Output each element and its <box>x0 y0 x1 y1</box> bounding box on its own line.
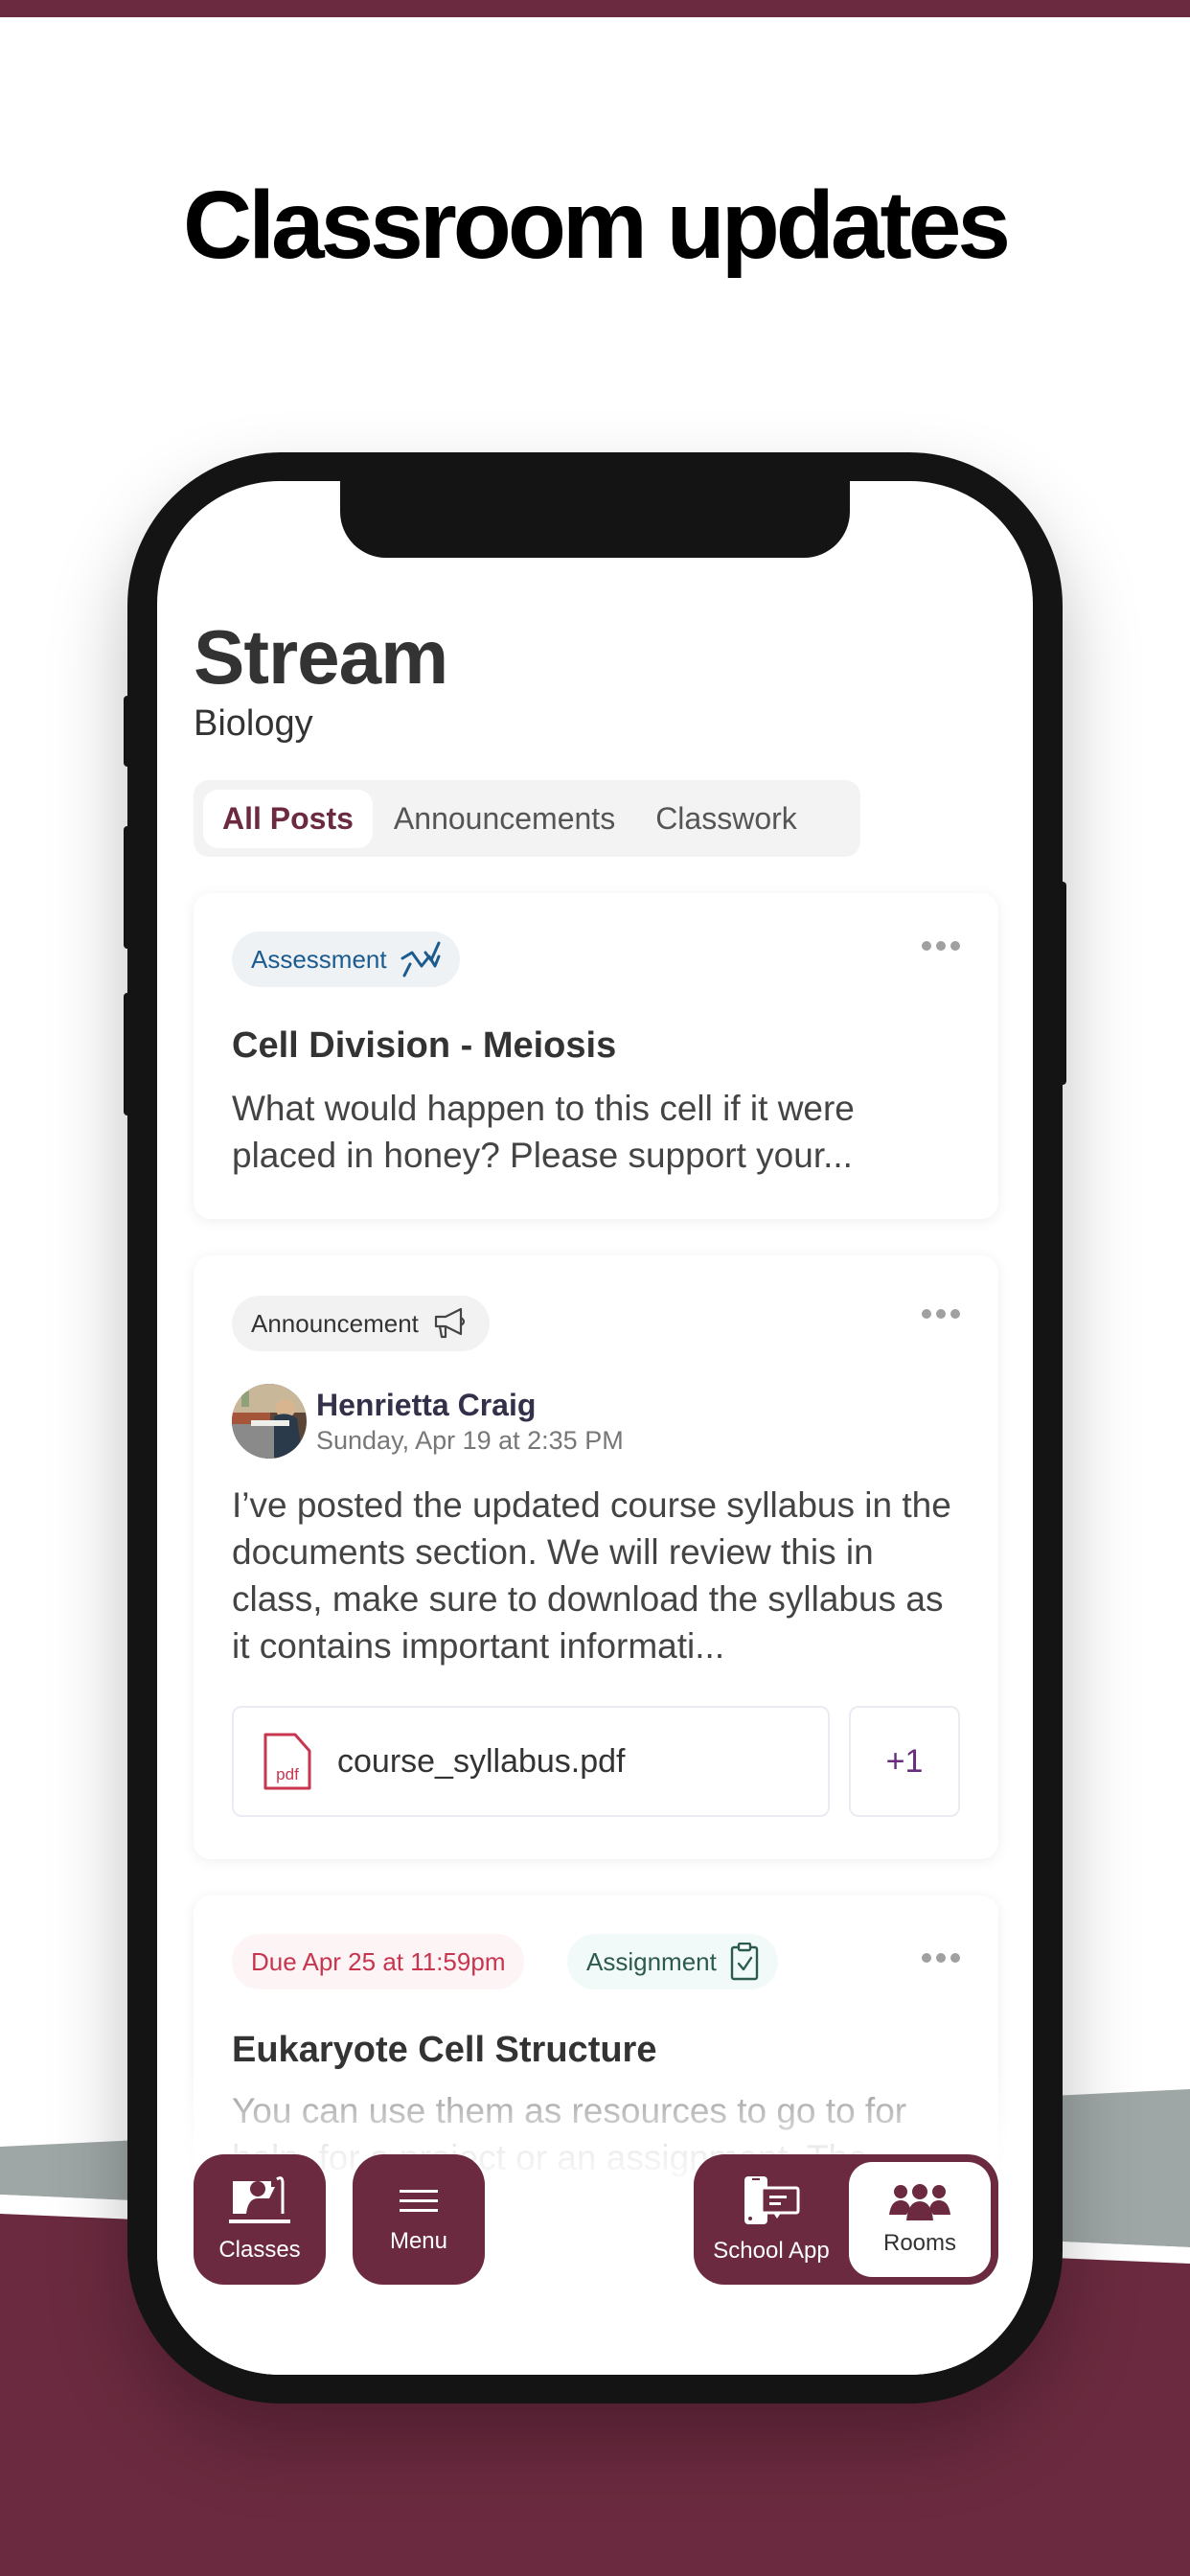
post-title: Eukaryote Cell Structure <box>232 2030 657 2070</box>
announcement-chip: Announcement <box>232 1296 490 1351</box>
post-date: Sunday, Apr 19 at 2:35 PM <box>316 1426 624 1455</box>
top-brand-bar <box>0 0 1190 17</box>
phone-power-button <box>1059 882 1066 1085</box>
marketing-headline: Classroom updates <box>182 172 1011 279</box>
due-date-label: Due Apr 25 at 11:59pm <box>251 1946 506 1976</box>
post-body: What would happen to this cell if it wer… <box>232 1089 855 1175</box>
nav-menu-button[interactable]: Menu <box>353 2154 485 2285</box>
post-options-button[interactable] <box>922 1953 960 1963</box>
hamburger-menu-icon <box>400 2190 438 2212</box>
post-options-button[interactable] <box>922 1309 960 1319</box>
post-options-button[interactable] <box>922 941 960 951</box>
clipboard-check-icon <box>730 1943 759 1981</box>
phone-volume-up <box>124 826 131 949</box>
due-date-chip: Due Apr 25 at 11:59pm <box>232 1934 525 1990</box>
attachment-file[interactable]: pdf course_syllabus.pdf <box>232 1706 830 1817</box>
nav-menu-label: Menu <box>389 2228 448 2254</box>
class-name: Biology <box>194 703 313 744</box>
post-card-announcement[interactable]: Announcement Henrietta Craig Sunday, Apr… <box>194 1255 998 1859</box>
assessment-chip: Assessment <box>232 932 460 987</box>
author-name: Henrietta Craig <box>316 1388 537 1422</box>
nav-rooms-label: Rooms <box>882 2230 957 2256</box>
svg-text:pdf: pdf <box>276 1765 299 1783</box>
phone-notch <box>340 481 850 558</box>
attachment-file-name: course_syllabus.pdf <box>337 1742 626 1780</box>
classes-icon <box>229 2176 290 2223</box>
assignment-chip: Assignment <box>567 1934 778 1990</box>
post-body: I’ve posted the updated course syllabus … <box>232 1485 951 1666</box>
nav-app-switcher: School App Rooms <box>694 2154 998 2285</box>
nav-school-app-label: School App <box>713 2238 830 2264</box>
tab-all-posts[interactable]: All Posts <box>203 789 373 848</box>
nav-classes-label: Classes <box>218 2237 301 2263</box>
filter-tabs: All Posts Announcements Classwork <box>194 780 860 857</box>
school-app-icon <box>744 2176 800 2224</box>
phone-screen: Stream Biology All Posts Announcements C… <box>157 481 1033 2375</box>
post-title: Cell Division - Meiosis <box>232 1025 617 1066</box>
phone-silent-switch <box>124 696 131 767</box>
phone-volume-down <box>124 993 131 1116</box>
nav-rooms-button[interactable]: Rooms <box>849 2162 991 2277</box>
trend-line-icon <box>400 941 441 978</box>
author-avatar[interactable] <box>232 1384 307 1459</box>
assignment-chip-label: Assignment <box>586 1946 717 1976</box>
more-attachments-button[interactable]: +1 <box>849 1706 960 1817</box>
people-group-icon <box>889 2184 950 2220</box>
assessment-chip-label: Assessment <box>251 944 387 974</box>
nav-classes-button[interactable]: Classes <box>194 2154 326 2285</box>
pdf-file-icon: pdf <box>263 1733 311 1790</box>
tab-classwork[interactable]: Classwork <box>636 790 816 848</box>
nav-school-app-button[interactable]: School App <box>694 2154 849 2285</box>
post-card-assessment[interactable]: Assessment Cell Division - Meiosis What … <box>194 893 998 1219</box>
megaphone-icon <box>434 1307 465 1339</box>
tab-announcements[interactable]: Announcements <box>375 790 634 848</box>
page-title: Stream <box>194 614 448 700</box>
announcement-chip-label: Announcement <box>251 1308 419 1338</box>
